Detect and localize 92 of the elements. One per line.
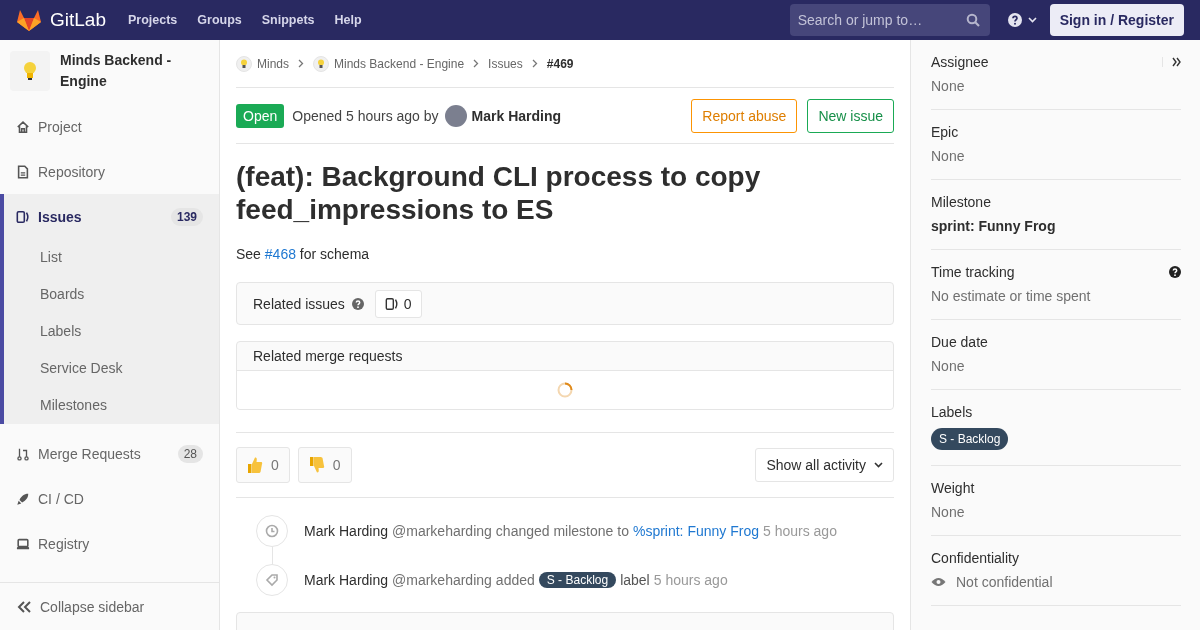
sidebar-field-value: None — [931, 148, 966, 164]
project-name[interactable]: Minds Backend - Engine — [60, 50, 209, 92]
card-title: Related issues — [253, 295, 345, 312]
menu-label: CI / CD — [38, 490, 85, 507]
sidebar-field-title: Labels — [931, 404, 973, 420]
sidebar-field-title: Due date — [931, 334, 988, 350]
breadcrumb-link[interactable]: Issues — [488, 56, 523, 71]
note-author[interactable]: Mark Harding — [304, 571, 389, 588]
menu-label: Issues — [38, 208, 83, 225]
sidebar-item[interactable]: CI / CD — [0, 476, 219, 521]
nav-link[interactable]: Snippets — [261, 13, 315, 27]
laptop-icon — [16, 536, 30, 551]
note-action: added — [495, 571, 535, 588]
sidebar-field-value: Not confidential — [956, 574, 1053, 590]
reaction-button[interactable]: 0 — [236, 447, 290, 483]
issue-action-button[interactable]: New issue — [807, 98, 894, 133]
menu-label: Merge Requests — [38, 445, 142, 462]
search-field[interactable]: Search or jump to… — [789, 4, 990, 36]
sidebar-item[interactable]: Merge Requests 28 — [0, 431, 219, 476]
author-link[interactable]: Mark Harding — [471, 107, 562, 124]
breadcrumb-link[interactable]: #469 — [546, 56, 574, 71]
issue-description: See #468 for schema — [236, 246, 371, 262]
submenu-item[interactable]: Labels — [4, 313, 219, 350]
sidebar-item[interactable]: Registry — [0, 521, 219, 566]
note-time: 5 hours ago — [653, 571, 728, 588]
menu-label: Repository — [38, 163, 106, 180]
sidebar-field-value: None — [931, 358, 966, 374]
note-author[interactable]: Mark Harding — [304, 522, 389, 539]
sidebar-field-title: Confidentiality — [931, 550, 1019, 566]
rocket-icon — [16, 491, 30, 506]
sidebar-item[interactable]: Project — [0, 104, 219, 149]
sidebar-item[interactable]: Repository — [0, 149, 219, 194]
eye-icon — [931, 577, 946, 587]
submenu-item[interactable]: Milestones — [4, 387, 219, 424]
card-title: Related merge requests — [253, 348, 403, 364]
sidebar-item[interactable]: Issues 139 — [4, 194, 219, 239]
chevron-down-icon — [874, 462, 883, 468]
sidebar-field-title: Epic — [931, 124, 959, 140]
note-time: 5 hours ago — [763, 522, 837, 539]
issue-count-badge[interactable]: 0 — [374, 289, 422, 318]
collapse-sidebar-button[interactable]: Collapse sidebar — [0, 582, 219, 630]
issue-title: (feat): Background CLI process to copy feed_impressions to ES — [236, 160, 762, 226]
nav-link[interactable]: Help — [334, 13, 362, 27]
fox-logo-icon[interactable] — [16, 8, 42, 32]
submenu-item[interactable]: Boards — [4, 276, 219, 313]
sidebar-field-title: Weight — [931, 480, 975, 496]
opened-text: Opened 5 hours ago by — [292, 107, 439, 124]
chevron-right-icon — [473, 59, 480, 68]
sidebar-field-title: Time tracking — [931, 264, 1015, 280]
brand-name[interactable]: GitLab — [50, 9, 106, 31]
avatar-placeholder[interactable] — [444, 104, 467, 127]
count-badge: 28 — [177, 444, 203, 463]
activity-filter-dropdown[interactable]: Show all activity — [755, 448, 894, 482]
house-icon — [16, 119, 30, 134]
note-action: changed milestone to — [495, 522, 629, 539]
milestone-link[interactable]: %sprint: Funny Frog — [632, 522, 759, 539]
issue-link[interactable]: #468 — [264, 246, 296, 262]
search-icon — [965, 13, 980, 27]
help-icon[interactable] — [1169, 266, 1181, 278]
sidebar-field-value: None — [931, 504, 966, 520]
submenu-item[interactable]: Service Desk — [4, 350, 219, 387]
status-badge: Open — [236, 103, 285, 128]
sidebar-field-title: Milestone — [931, 194, 991, 210]
note-username: @markeharding — [392, 522, 492, 539]
sign-in-button[interactable]: Sign in / Register — [1049, 4, 1184, 36]
sidebar-field-value: None — [931, 78, 966, 94]
nav-link[interactable]: Projects — [128, 13, 178, 27]
count-badge: 139 — [170, 207, 203, 226]
reaction-button[interactable]: 0 — [297, 447, 352, 483]
sidebar-field-title: Assignee — [931, 54, 989, 70]
sidebar-field-value: sprint: Funny Frog — [931, 218, 1057, 234]
merge-request-icon — [16, 446, 30, 461]
menu-label: Project — [38, 118, 83, 135]
breadcrumb-link[interactable]: Minds — [257, 56, 289, 71]
document-icon — [16, 164, 30, 179]
nav-link[interactable]: Groups — [197, 13, 242, 27]
menu-label: Registry — [38, 535, 91, 552]
issues-icon — [16, 209, 30, 224]
sidebar-field-value: No estimate or time spent — [931, 288, 1092, 304]
thumbs-up-icon — [247, 456, 263, 474]
note-text: label — [620, 571, 650, 588]
chevron-right-icon — [531, 59, 538, 68]
label-tag[interactable]: S - Backlog — [538, 571, 617, 588]
chevron-right-icon — [298, 59, 304, 68]
double-chevron-right-icon[interactable] — [1162, 57, 1181, 67]
breadcrumb-link[interactable]: Minds Backend - Engine — [334, 56, 465, 71]
double-chevron-left-icon — [16, 599, 32, 614]
note-username: @markeharding — [392, 571, 492, 588]
label-tag[interactable]: S - Backlog — [931, 428, 1009, 450]
thumbs-down-icon — [308, 456, 325, 474]
help-dropdown[interactable] — [1007, 13, 1038, 27]
submenu-item[interactable]: List — [4, 239, 219, 276]
